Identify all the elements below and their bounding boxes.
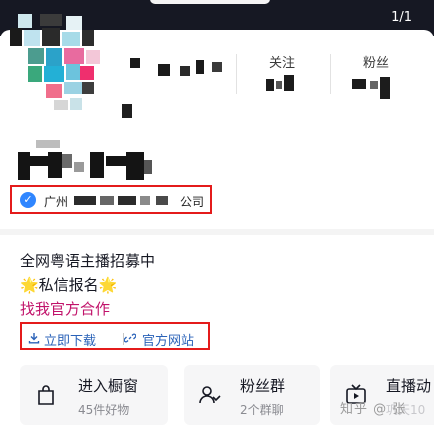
verified-check-icon: ✓ [20, 192, 36, 208]
nickname-masked [18, 152, 158, 182]
verification-name-masked-5 [156, 196, 168, 205]
notch-pill [150, 0, 270, 4]
verification-prefix: 广州 [44, 195, 69, 209]
tile-live-title: 直播动 [386, 377, 432, 395]
website-link-label: 官方网站 [142, 334, 195, 349]
download-link-label: 立即下载 [44, 334, 97, 349]
stat-following-label: 关注 [268, 56, 295, 71]
verification-name-masked-2 [100, 196, 114, 205]
stats-divider-right [330, 54, 331, 94]
bio-line-1: 全网粤语主播招募中 [20, 252, 156, 270]
verification-name-masked-4 [140, 196, 150, 205]
avatar[interactable] [10, 14, 110, 132]
stat-followers[interactable]: 粉丝 [352, 52, 396, 99]
group-icon [199, 386, 221, 404]
verification-badge-row: ✓ 广州 公司 [10, 185, 212, 214]
watermark: 知乎 @ 张 [340, 402, 407, 417]
bio-line-3: 找我官方合作 [20, 300, 111, 318]
verification-name-masked-3 [118, 196, 136, 205]
tile-fan-group[interactable]: 粉丝群 2个群聊 [184, 365, 320, 425]
stat-following[interactable]: 关注 [262, 52, 302, 97]
stat-followers-label: 粉丝 [362, 56, 389, 71]
tile-fan-group-subtitle: 2个群聊 [240, 403, 284, 417]
stats-divider-left [236, 54, 237, 94]
download-link[interactable]: 立即下载 [28, 324, 118, 349]
page-indicator: 1/1 [391, 10, 412, 25]
verification-name-masked [74, 196, 96, 205]
website-link[interactable]: 官方网站 [124, 324, 208, 349]
verification-suffix: 公司 [180, 195, 205, 209]
tile-showcase-subtitle: 45件好物 [78, 403, 130, 417]
link-icon [124, 333, 136, 343]
tile-showcase[interactable]: 进入橱窗 45件好物 [20, 365, 168, 425]
section-divider [0, 229, 434, 235]
bio-line-2: 🌟私信报名🌟 [20, 276, 118, 294]
download-icon [28, 333, 40, 344]
stat-following-value-masked [262, 75, 302, 97]
stat-followers-value-masked [352, 77, 396, 99]
shopping-bag-icon [38, 385, 54, 405]
tile-fan-group-title: 粉丝群 [240, 377, 286, 395]
bio-links: 立即下载 官方网站 [20, 322, 210, 350]
tile-showcase-title: 进入橱窗 [78, 377, 139, 395]
